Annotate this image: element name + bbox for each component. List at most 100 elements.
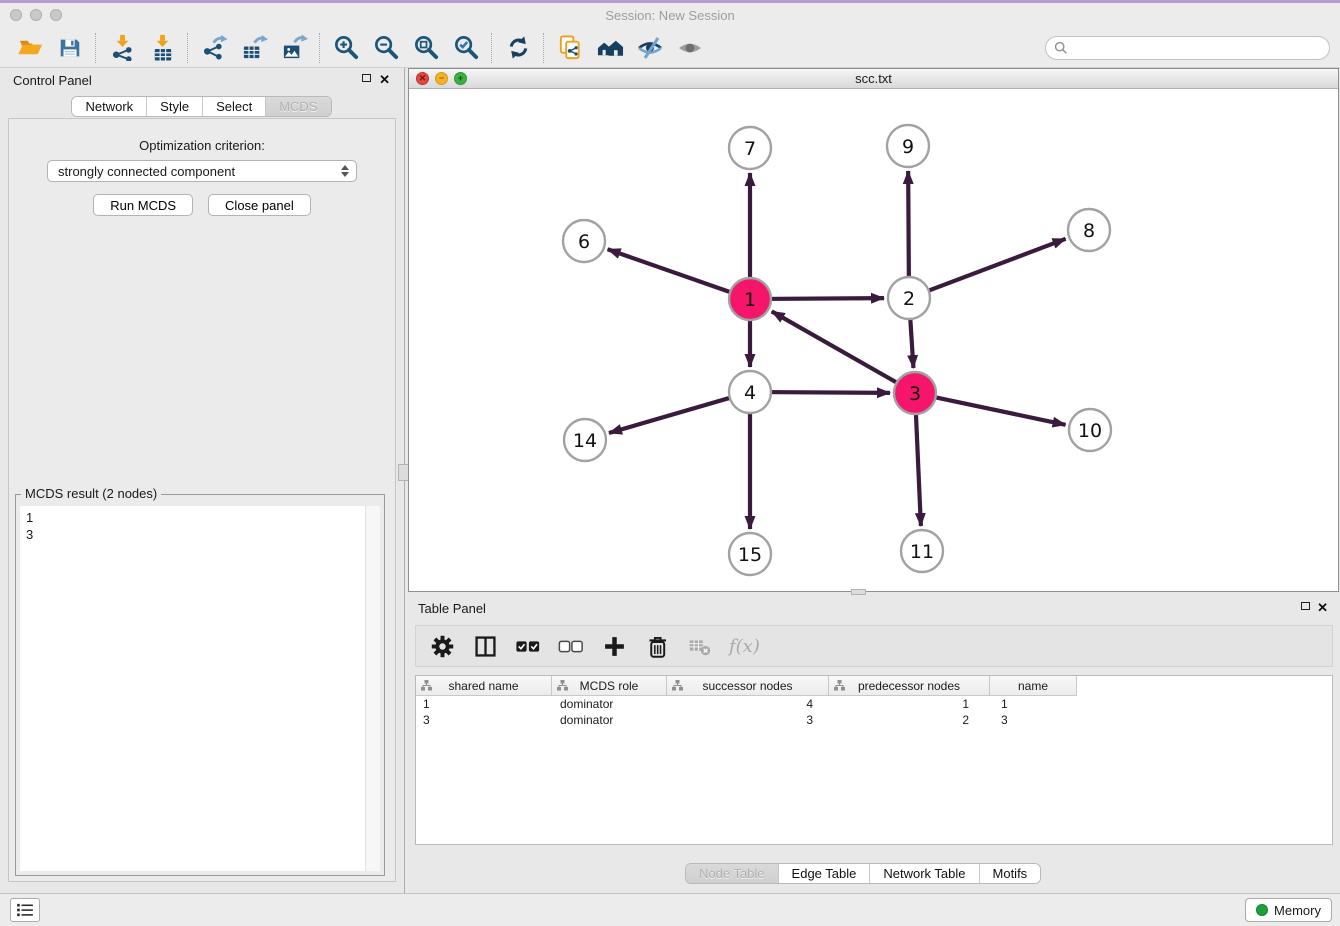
toolbar-separator <box>187 33 189 63</box>
zoom-in-button[interactable] <box>326 31 366 65</box>
delete-table-icon <box>687 633 713 659</box>
delete-table-button <box>686 631 714 661</box>
import-network-button[interactable] <box>102 31 142 65</box>
edge-layer <box>608 171 1066 529</box>
zoom-out-icon <box>373 34 400 61</box>
network-window-titlebar: ✕ − + scc.txt <box>409 69 1338 89</box>
cell-predecessor-nodes[interactable]: 1 <box>829 697 990 711</box>
export-network-button[interactable] <box>194 31 234 65</box>
control-panel: Control Panel ✕ Network Style Select MCD… <box>0 68 403 894</box>
cell-mcds-role[interactable]: dominator <box>552 713 667 727</box>
toolbar-separator <box>491 33 493 63</box>
column-header-name[interactable]: name <box>990 676 1077 696</box>
cell-name[interactable]: 1 <box>990 697 1077 711</box>
memory-label: Memory <box>1274 903 1321 918</box>
cell-shared-name[interactable]: 1 <box>416 697 552 711</box>
tab-edge-table[interactable]: Edge Table <box>779 864 871 883</box>
main-toolbar <box>0 28 1340 68</box>
tab-motifs[interactable]: Motifs <box>980 864 1041 883</box>
search-icon <box>1054 41 1068 55</box>
run-mcds-button[interactable]: Run MCDS <box>93 194 193 216</box>
tab-network-table[interactable]: Network Table <box>870 864 979 883</box>
search-input[interactable] <box>1073 39 1329 56</box>
zoom-fit-button[interactable] <box>406 31 446 65</box>
refresh-view-button[interactable] <box>498 31 538 65</box>
column-header-predecessor-nodes[interactable]: predecessor nodes <box>829 676 990 696</box>
save-session-button[interactable] <box>50 31 90 65</box>
memory-status-icon <box>1256 904 1268 916</box>
task-history-button[interactable] <box>10 898 40 922</box>
eye-icon <box>676 34 704 62</box>
graph-edge-2-8[interactable] <box>911 239 1066 297</box>
delete-columns-button[interactable] <box>643 631 671 661</box>
tab-network[interactable]: Network <box>72 97 147 116</box>
toggle-columns-button[interactable] <box>471 631 499 661</box>
table-row[interactable]: 1 dominator 4 1 1 <box>416 696 1332 712</box>
function-icon: f(x) <box>729 636 760 657</box>
export-image-button[interactable] <box>274 31 314 65</box>
tree-icon <box>421 680 432 691</box>
result-scrollbar[interactable] <box>365 506 380 871</box>
export-image-icon <box>281 34 308 61</box>
graph-node-label: 14 <box>573 430 597 452</box>
mcds-result-title: MCDS result (2 nodes) <box>21 486 161 501</box>
cell-predecessor-nodes[interactable]: 2 <box>829 713 990 727</box>
float-panel-icon[interactable] <box>362 74 371 82</box>
export-table-button[interactable] <box>234 31 274 65</box>
zoom-selected-button[interactable] <box>446 31 486 65</box>
cell-name[interactable]: 3 <box>990 713 1077 727</box>
mcds-result-list[interactable]: 1 3 <box>20 506 380 871</box>
zoom-in-icon <box>333 34 360 61</box>
close-panel-button[interactable]: Close panel <box>208 194 311 216</box>
tab-select[interactable]: Select <box>203 97 266 116</box>
tab-node-table[interactable]: Node Table <box>686 864 779 883</box>
table-settings-button[interactable] <box>428 631 456 661</box>
reset-view-button[interactable] <box>590 31 630 65</box>
deselect-all-rows-button[interactable] <box>557 631 585 661</box>
graph-edge-1-6[interactable] <box>608 249 749 298</box>
graph-node-label: 9 <box>902 136 914 158</box>
tab-style[interactable]: Style <box>147 97 203 116</box>
column-header-successor-nodes[interactable]: successor nodes <box>667 676 829 696</box>
close-panel-icon[interactable]: ✕ <box>379 74 390 86</box>
graph-edge-3-1[interactable] <box>772 311 914 392</box>
cell-shared-name[interactable]: 3 <box>416 713 552 727</box>
cell-mcds-role[interactable]: dominator <box>552 697 667 711</box>
optimization-criterion-select[interactable]: strongly connected component <box>47 160 357 182</box>
list-icon <box>16 903 34 917</box>
network-window-title: scc.txt <box>409 71 1338 86</box>
graph-edge-4-14[interactable] <box>609 393 748 433</box>
memory-button[interactable]: Memory <box>1245 898 1332 922</box>
import-network-icon <box>109 34 136 61</box>
import-table-button[interactable] <box>142 31 182 65</box>
clone-network-button[interactable] <box>550 31 590 65</box>
select-all-rows-button[interactable] <box>514 631 542 661</box>
graph-edge-3-10[interactable] <box>917 393 1066 424</box>
graph-node-label: 7 <box>744 138 756 160</box>
graph-edge-4-3[interactable] <box>752 392 890 393</box>
trash-icon <box>645 634 670 659</box>
column-header-mcds-role[interactable]: MCDS role <box>552 676 667 696</box>
node-table: shared name MCDS role <box>415 675 1333 845</box>
dropdown-stepper-icon <box>338 165 352 177</box>
import-table-icon <box>149 34 176 61</box>
refresh-icon <box>505 34 532 61</box>
search-field[interactable] <box>1045 36 1330 60</box>
two-houses-icon <box>596 34 625 61</box>
mcds-panel: Optimization criterion: strongly connect… <box>8 118 396 882</box>
tab-mcds[interactable]: MCDS <box>266 97 330 116</box>
column-header-shared-name[interactable]: shared name <box>416 676 552 696</box>
open-file-button[interactable] <box>10 31 50 65</box>
horizontal-splitter-handle[interactable] <box>851 589 866 595</box>
add-column-button[interactable] <box>600 631 628 661</box>
graph-node-label: 8 <box>1083 220 1095 242</box>
network-canvas[interactable]: 7968124314101511 <box>409 89 1338 591</box>
hide-panels-button[interactable] <box>630 31 670 65</box>
cell-successor-nodes[interactable]: 3 <box>667 713 829 727</box>
close-table-panel-icon[interactable]: ✕ <box>1317 602 1328 614</box>
float-table-panel-icon[interactable] <box>1301 602 1310 610</box>
table-row[interactable]: 3 dominator 3 2 3 <box>416 712 1332 728</box>
show-panels-button <box>670 31 710 65</box>
cell-successor-nodes[interactable]: 4 <box>667 697 829 711</box>
zoom-out-button[interactable] <box>366 31 406 65</box>
